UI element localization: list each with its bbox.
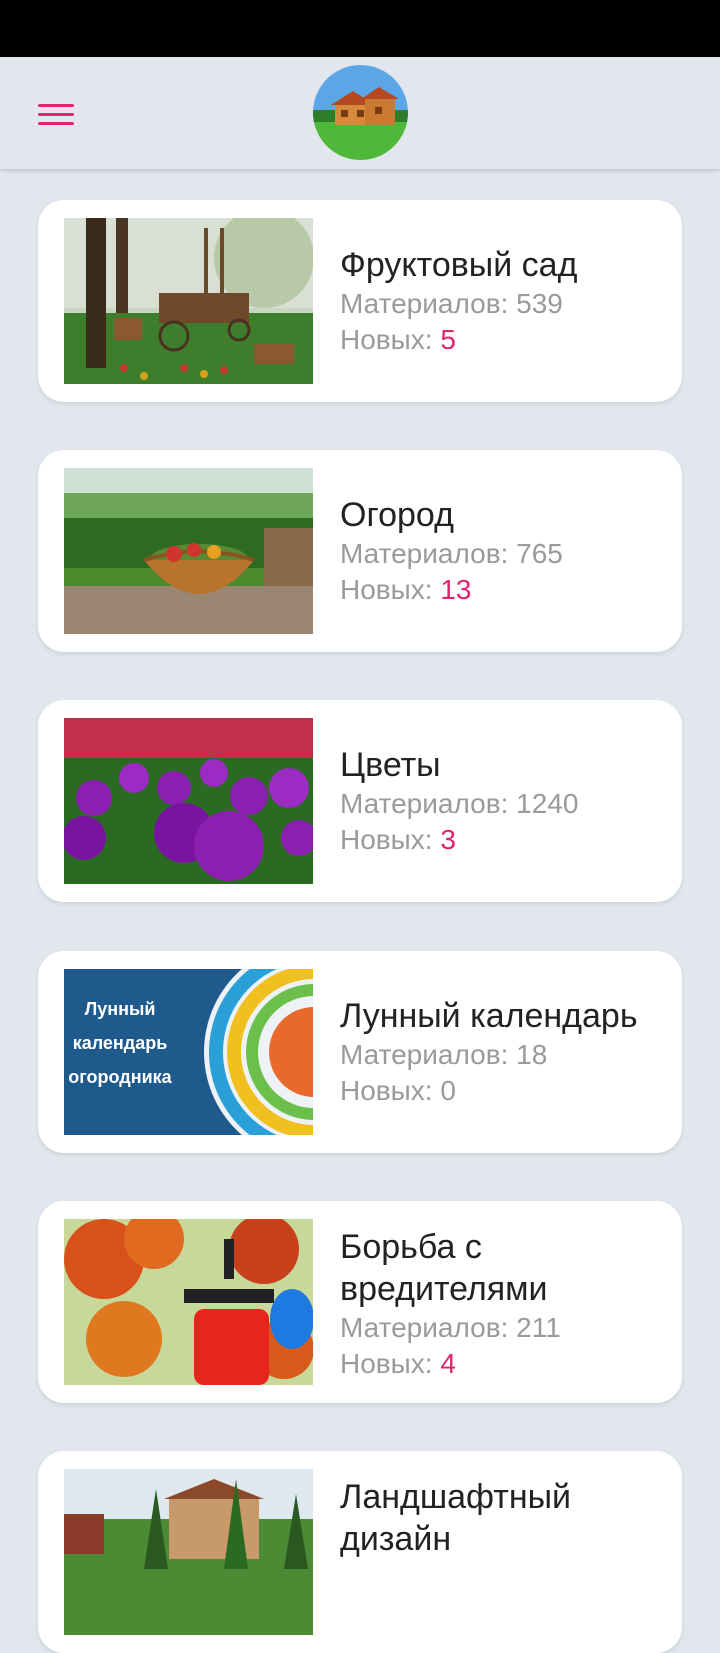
category-card-vegetable-garden[interactable]: Огород Материалов: 765 Новых: 13 xyxy=(38,450,682,652)
category-card-orchard[interactable]: Фруктовый сад Материалов: 539 Новых: 5 xyxy=(38,200,682,402)
image-text-line: огородника xyxy=(68,1067,172,1087)
category-title: Ландшафтный дизайн xyxy=(340,1478,572,1558)
pest-control-image xyxy=(64,1219,313,1385)
category-title: Лунный календарь xyxy=(340,997,638,1035)
new-count: 3 xyxy=(440,824,456,855)
materials-count: Материалов: 211 xyxy=(340,1312,561,1343)
materials-count: Материалов: 1240 xyxy=(340,788,579,819)
materials-count: Материалов: 18 xyxy=(340,1039,548,1070)
category-card-pest-control[interactable]: Борьба с вредителями Материалов: 211 Нов… xyxy=(38,1201,682,1403)
hamburger-menu-icon[interactable] xyxy=(38,104,74,126)
new-count-line: Новых: 4 xyxy=(340,1348,456,1379)
status-bar xyxy=(0,0,720,57)
flowers-image xyxy=(64,718,313,884)
house-logo-icon[interactable] xyxy=(313,65,408,160)
new-count-line: Новых: 13 xyxy=(340,574,472,605)
image-text-line: Лунный xyxy=(85,999,156,1019)
new-count: 0 xyxy=(440,1075,456,1106)
new-count: 4 xyxy=(440,1348,456,1379)
category-title: Огород xyxy=(340,496,454,534)
materials-count: Материалов: 539 xyxy=(340,288,563,319)
new-count-line: Новых: 5 xyxy=(340,324,456,355)
orchard-image xyxy=(64,218,313,384)
new-count: 5 xyxy=(440,324,456,355)
category-title: Фруктовый сад xyxy=(340,246,578,284)
vegetable-garden-image xyxy=(64,468,313,634)
image-text-line: календарь xyxy=(73,1033,168,1053)
category-title: Борьба с вредителями xyxy=(340,1228,548,1308)
category-card-lunar-calendar[interactable]: Лунный календарь огородника Лунный кален… xyxy=(38,951,682,1153)
app-bar xyxy=(0,57,720,169)
lunar-calendar-image: Лунный календарь огородника xyxy=(64,969,313,1135)
new-count: 13 xyxy=(440,574,472,605)
landscape-design-image xyxy=(64,1469,313,1635)
new-count-line: Новых: 3 xyxy=(340,824,456,855)
category-card-landscape-design[interactable]: Ландшафтный дизайн xyxy=(38,1451,682,1653)
new-count-line: Новых: 0 xyxy=(340,1075,456,1106)
materials-count: Материалов: 765 xyxy=(340,538,563,569)
category-card-flowers[interactable]: Цветы Материалов: 1240 Новых: 3 xyxy=(38,700,682,902)
category-title: Цветы xyxy=(340,746,441,784)
